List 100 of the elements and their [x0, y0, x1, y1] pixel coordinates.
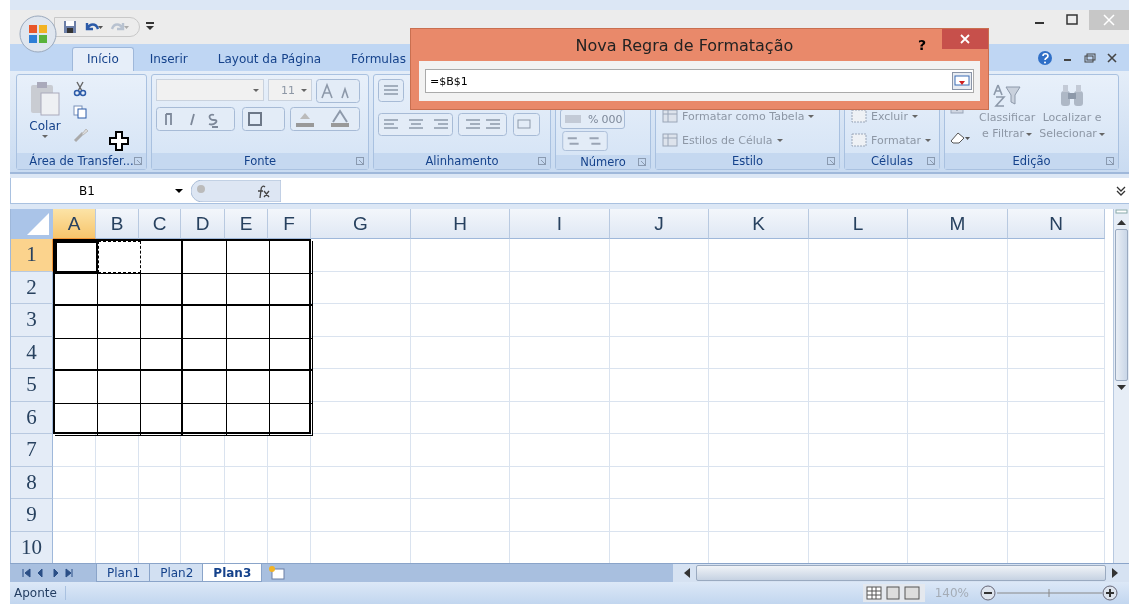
caret-icon: [1098, 132, 1105, 136]
row-header[interactable]: 9: [11, 499, 53, 532]
table-cell: [227, 273, 270, 306]
dialog-launcher-icon[interactable]: [827, 157, 835, 165]
ribbon-tab[interactable]: Inserir: [135, 48, 202, 71]
group-label: Edição: [1012, 154, 1051, 168]
column-header[interactable]: E: [225, 209, 268, 239]
column-header[interactable]: C: [139, 209, 181, 239]
row-header[interactable]: 6: [11, 401, 53, 434]
collapse-dialog-icon[interactable]: [952, 72, 972, 90]
vertical-scrollbar[interactable]: [1113, 209, 1129, 563]
copy-icon[interactable]: [73, 105, 87, 119]
formula-field[interactable]: =$B$1: [425, 69, 974, 93]
paste-button[interactable]: Colar: [21, 79, 69, 143]
expand-icon[interactable]: [1115, 184, 1127, 197]
ribbon-tab[interactable]: Layout da Página: [203, 48, 336, 71]
zoom-slider-icon[interactable]: [979, 584, 1119, 602]
caret-icon: [925, 138, 932, 142]
table-cell: [227, 338, 270, 371]
column-header[interactable]: G: [311, 209, 411, 239]
split-handle-icon[interactable]: [1115, 209, 1128, 215]
dialog-launcher-icon[interactable]: [538, 157, 546, 165]
customize-caret-icon[interactable]: [146, 22, 154, 32]
scroll-thumb[interactable]: [696, 565, 1106, 581]
table-cell: [225, 466, 268, 499]
format-buttons-icon[interactable]: [156, 107, 360, 131]
column-header[interactable]: I: [510, 209, 610, 239]
scroll-down-icon[interactable]: [1115, 383, 1128, 393]
table-cell: [141, 273, 183, 306]
dialog-launcher-icon[interactable]: [356, 157, 364, 165]
row-header[interactable]: 1: [11, 239, 53, 272]
help-icon[interactable]: [1037, 49, 1053, 66]
row-header[interactable]: 3: [11, 304, 53, 337]
view-buttons-icon[interactable]: [862, 584, 925, 602]
row-header[interactable]: 7: [11, 434, 53, 467]
row-header[interactable]: 5: [11, 369, 53, 402]
column-header[interactable]: J: [610, 209, 709, 239]
name-box[interactable]: B1: [11, 183, 191, 198]
cursor-icon: [109, 131, 129, 151]
grow-font-icon[interactable]: [316, 79, 360, 103]
group-label: Estilo: [731, 154, 764, 168]
decimal-buttons-icon[interactable]: [560, 131, 610, 151]
sheet-tab[interactable]: Plan3: [202, 564, 263, 582]
brush-icon[interactable]: [73, 127, 89, 143]
close-icon[interactable]: [1105, 50, 1119, 65]
clipboard-icon: [29, 81, 61, 117]
column-header[interactable]: K: [709, 209, 809, 239]
table-cell: [53, 499, 96, 532]
sheet-tab[interactable]: Plan1: [96, 564, 152, 582]
column-header[interactable]: N: [1008, 209, 1105, 239]
sheet-tab[interactable]: Plan2: [149, 564, 205, 582]
column-header[interactable]: B: [96, 209, 139, 239]
table-cell: [183, 371, 227, 404]
font-name-field[interactable]: [156, 79, 264, 101]
restore-icon[interactable]: [1083, 50, 1097, 65]
dialog-launcher-icon[interactable]: [134, 157, 142, 165]
column-header[interactable]: A: [53, 209, 96, 239]
status-mode: Aponte: [10, 586, 66, 600]
group-label: Células: [871, 154, 913, 168]
caret-icon: [1026, 132, 1033, 136]
dialog-title: Nova Regra de Formatação: [574, 35, 795, 55]
group-label: Área de Transfer...: [29, 154, 134, 168]
table-cell: [141, 338, 183, 371]
table-cell: [98, 338, 141, 371]
table-cell: [139, 466, 181, 499]
row-header[interactable]: 2: [11, 271, 53, 304]
row-header[interactable]: 4: [11, 336, 53, 369]
column-header[interactable]: F: [268, 209, 311, 239]
dialog-launcher-icon[interactable]: [927, 157, 935, 165]
scroll-up-icon[interactable]: [1115, 217, 1128, 227]
table-cell: [98, 371, 141, 404]
caret-icon: [776, 138, 783, 142]
table-cell: [96, 499, 139, 532]
caret-icon: [911, 114, 918, 118]
column-header[interactable]: L: [809, 209, 908, 239]
horizontal-scrollbar[interactable]: [673, 564, 1129, 582]
active-cell[interactable]: [55, 241, 98, 273]
save-icon[interactable]: [63, 20, 77, 34]
dialog-launcher-icon[interactable]: [638, 158, 646, 166]
table-cell: [268, 499, 311, 532]
column-header[interactable]: D: [181, 209, 225, 239]
row-header[interactable]: 8: [11, 466, 53, 499]
table-cell: [53, 434, 96, 467]
help-button[interactable]: ?: [917, 37, 926, 53]
scroll-thumb[interactable]: [1115, 229, 1128, 381]
table-cell: [227, 306, 270, 339]
caret-icon: [42, 135, 48, 138]
ribbon-tab[interactable]: Início: [72, 47, 134, 71]
table-cell: [268, 466, 311, 499]
row-header[interactable]: 10: [11, 531, 53, 563]
function-button-icon[interactable]: [191, 179, 281, 202]
column-header[interactable]: H: [411, 209, 510, 239]
group-label: Alinhamento: [425, 154, 499, 168]
dialog-launcher-icon[interactable]: [1106, 157, 1114, 165]
scissors-icon[interactable]: [73, 81, 87, 97]
column-header[interactable]: M: [908, 209, 1008, 239]
close-icon[interactable]: [942, 29, 988, 49]
table-style-icon: [662, 109, 678, 123]
cells-icon: [851, 109, 867, 123]
group-label: Número: [580, 155, 626, 169]
